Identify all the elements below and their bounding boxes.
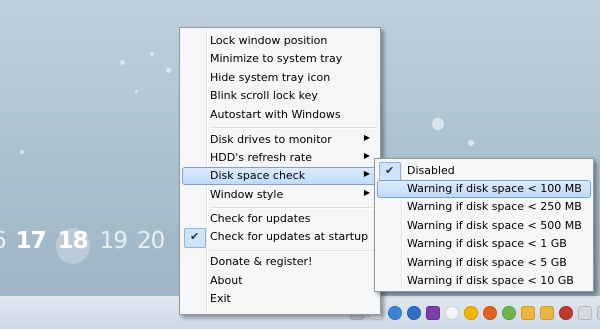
menu-item-label: Warning if disk space < 100 MB — [407, 182, 582, 195]
snow-dot — [468, 140, 474, 146]
antivirus-icon[interactable] — [559, 306, 573, 320]
menu-item-label: Disabled — [407, 164, 455, 177]
menu-separator — [210, 250, 376, 252]
menu-item-label: Lock window position — [210, 34, 328, 47]
calendar-day: 19 — [99, 228, 128, 254]
network-icon[interactable] — [388, 306, 402, 320]
menu-item-label: Exit — [210, 292, 231, 305]
context-menu: Lock window position Minimize to system … — [179, 27, 381, 315]
onenote-icon[interactable] — [426, 306, 440, 320]
update-icon[interactable] — [502, 306, 516, 320]
calendar-day: 6 — [0, 228, 7, 264]
calendar-day: 17 — [15, 228, 47, 254]
calendar-day: 20 — [136, 228, 165, 254]
chat-icon[interactable] — [445, 306, 459, 320]
menu-separator — [210, 207, 376, 209]
snow-dot — [150, 52, 154, 56]
menu-item-label: Minimize to system tray — [210, 52, 343, 65]
menu-item-label: HDD's refresh rate — [210, 151, 312, 164]
menu-item-disk-drives[interactable]: Disk drives to monitor ▶ — [182, 131, 378, 149]
menu-item-label: Window style — [210, 188, 284, 201]
menu-item-blink-scroll-lock[interactable]: Blink scroll lock key — [182, 87, 378, 105]
menu-item-label: Disk drives to monitor — [210, 133, 332, 146]
menu-item-exit[interactable]: Exit — [182, 290, 378, 308]
menu-item-check-updates-startup[interactable]: ✔ Check for updates at startup — [182, 228, 378, 248]
firefox-icon[interactable] — [483, 306, 497, 320]
snow-dot — [135, 90, 138, 93]
checkmark-box: ✔ — [379, 162, 401, 182]
submenu-item-warn-10gb[interactable]: Warning if disk space < 10 GB — [377, 272, 591, 290]
submenu-arrow-icon: ▶ — [363, 188, 370, 197]
submenu-item-warn-250mb[interactable]: Warning if disk space < 250 MB — [377, 198, 591, 216]
menu-item-label: Warning if disk space < 5 GB — [407, 256, 567, 269]
menu-item-disk-space-check[interactable]: Disk space check ▶ — [182, 167, 378, 185]
menu-separator — [210, 127, 376, 129]
menu-item-lock-window-position[interactable]: Lock window position — [182, 32, 378, 50]
menu-item-window-style[interactable]: Window style ▶ — [182, 186, 378, 204]
menu-item-label: Warning if disk space < 10 GB — [407, 274, 574, 287]
menu-item-hide-tray-icon[interactable]: Hide system tray icon — [182, 69, 378, 87]
menu-item-about[interactable]: About — [182, 272, 378, 290]
snow-dot — [432, 118, 444, 130]
menu-item-label: Donate & register! — [210, 255, 313, 268]
menu-item-minimize-to-tray[interactable]: Minimize to system tray — [182, 50, 378, 68]
volume-icon[interactable] — [578, 306, 592, 320]
submenu-item-warn-500mb[interactable]: Warning if disk space < 500 MB — [377, 217, 591, 235]
menu-item-label: Check for updates — [210, 212, 311, 225]
calendar-day-today: 18 — [55, 228, 90, 264]
menu-item-autostart[interactable]: Autostart with Windows — [182, 106, 378, 124]
submenu-arrow-icon: ▶ — [363, 169, 370, 178]
checkmark-box: ✔ — [184, 228, 206, 248]
checkmark-icon: ✔ — [190, 230, 200, 243]
submenu-item-disabled[interactable]: ✔ Disabled — [377, 162, 591, 182]
menu-item-label: Warning if disk space < 1 GB — [407, 237, 567, 250]
ie-icon[interactable] — [407, 306, 421, 320]
disk-space-submenu: ✔ Disabled Warning if disk space < 100 M… — [374, 158, 594, 292]
menu-item-label: Autostart with Windows — [210, 108, 341, 121]
snow-dot — [166, 68, 171, 73]
checkmark-icon: ✔ — [385, 164, 395, 177]
menu-item-check-for-updates[interactable]: Check for updates — [182, 210, 378, 228]
menu-item-label: Check for updates at startup — [210, 230, 369, 243]
menu-item-label: Disk space check — [210, 169, 306, 182]
snow-dot — [20, 150, 24, 154]
menu-item-label: About — [210, 274, 243, 287]
submenu-item-warn-100mb[interactable]: Warning if disk space < 100 MB — [377, 180, 591, 198]
submenu-arrow-icon: ▶ — [363, 151, 370, 160]
submenu-arrow-icon: ▶ — [363, 133, 370, 142]
menu-item-label: Warning if disk space < 500 MB — [407, 219, 582, 232]
smiley-icon[interactable] — [464, 306, 478, 320]
submenu-item-warn-1gb[interactable]: Warning if disk space < 1 GB — [377, 235, 591, 253]
system-tray — [350, 306, 600, 322]
menu-item-label: Hide system tray icon — [210, 71, 331, 84]
submenu-item-warn-5gb[interactable]: Warning if disk space < 5 GB — [377, 254, 591, 272]
menu-item-label: Warning if disk space < 250 MB — [407, 200, 582, 213]
folder2-icon[interactable] — [540, 306, 554, 320]
menu-item-donate[interactable]: Donate & register! — [182, 253, 378, 271]
menu-item-label: Blink scroll lock key — [210, 89, 318, 102]
menu-item-hdd-refresh-rate[interactable]: HDD's refresh rate ▶ — [182, 149, 378, 167]
desktop-calendar-gadget: 6 17 18 19 20 — [0, 228, 165, 264]
snow-dot — [120, 60, 125, 65]
folder-icon[interactable] — [521, 306, 535, 320]
